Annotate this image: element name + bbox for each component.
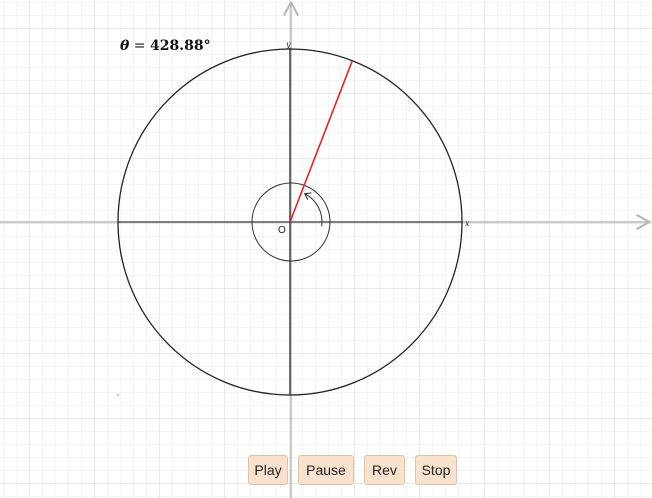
y-axis-label: y	[285, 40, 291, 49]
angle-readout: θ = 428.88°	[120, 38, 211, 54]
animation-controls: Play Pause Rev Stop	[248, 455, 457, 487]
pause-button[interactable]: Pause	[298, 455, 354, 485]
decorative-dot	[116, 393, 120, 397]
rev-button[interactable]: Rev	[364, 455, 405, 485]
graph-canvas[interactable]: x y O	[0, 0, 652, 498]
angle-value: 428.88°	[149, 38, 211, 54]
origin-label: O	[278, 225, 286, 236]
stop-button[interactable]: Stop	[415, 455, 457, 485]
play-button[interactable]: Play	[248, 455, 288, 485]
theta-symbol: θ	[120, 38, 130, 54]
grid-major	[0, 0, 652, 498]
x-axis-label: x	[465, 219, 470, 228]
equals-sign: =	[129, 38, 150, 54]
